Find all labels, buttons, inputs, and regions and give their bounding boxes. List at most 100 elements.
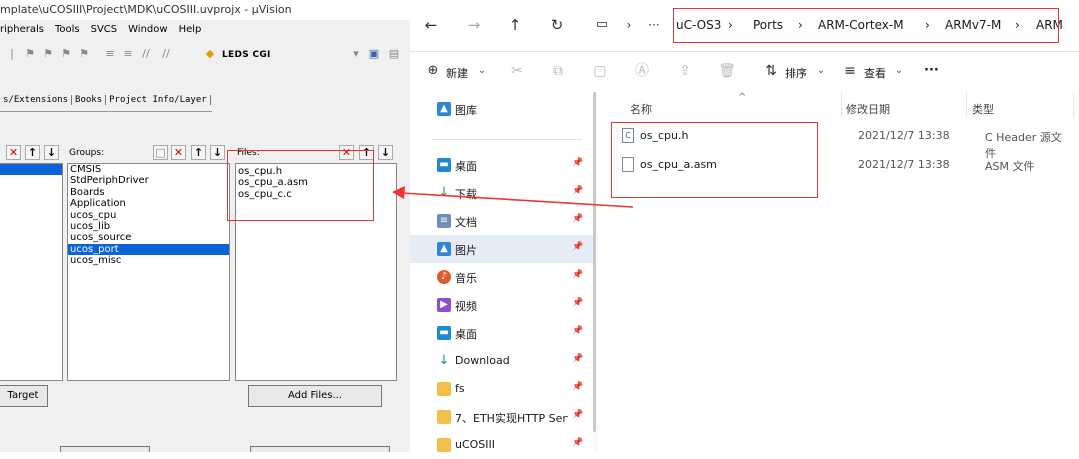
forward-icon[interactable]: →: [465, 16, 483, 34]
group-item[interactable]: ucos_source: [68, 232, 229, 243]
sidebar-item-desktop[interactable]: ▬ 桌面 📌: [410, 151, 593, 179]
view-button[interactable]: 查看: [864, 65, 886, 81]
bookmark-next-icon[interactable]: ⚑: [60, 48, 72, 60]
menu-peripherals[interactable]: ripherals: [0, 24, 44, 35]
dropdown-icon[interactable]: ▾: [350, 48, 362, 60]
delete-target-icon[interactable]: ✕: [6, 145, 21, 160]
menu-window[interactable]: Window: [128, 24, 167, 35]
group-item-selected[interactable]: ucos_port: [68, 243, 229, 256]
sidebar-item-desktop-2[interactable]: ▬ 桌面 📌: [410, 319, 593, 347]
bottom-button[interactable]: [60, 446, 150, 452]
more-path-icon[interactable]: ···: [645, 16, 663, 34]
up-icon[interactable]: ↑: [506, 16, 524, 34]
sidebar-item-fs[interactable]: fs 📌: [410, 375, 593, 403]
menu-help[interactable]: Help: [179, 24, 202, 35]
sidebar-item-ucosiii[interactable]: uCOSIII 📌: [410, 431, 593, 459]
groups-label: Groups:: [69, 148, 105, 158]
group-item[interactable]: ucos_misc: [68, 255, 229, 266]
group-item[interactable]: Boards: [68, 187, 229, 198]
column-divider[interactable]: [841, 92, 842, 117]
rename-icon[interactable]: Ⓐ: [633, 62, 651, 80]
uvision-window: mplate\uCOSIII\Project\MDK\uCOSIII.uvpro…: [0, 0, 410, 452]
pin-icon[interactable]: 📌: [572, 410, 583, 420]
target-select[interactable]: LEDS CGI: [222, 50, 271, 60]
manage-icon[interactable]: ▤: [388, 48, 400, 60]
move-down-icon[interactable]: ↓: [44, 145, 59, 160]
file-down-icon[interactable]: ↓: [378, 145, 393, 160]
share-icon[interactable]: ⇪: [676, 62, 694, 80]
group-item[interactable]: Application: [68, 198, 229, 209]
file-date: 2021/12/7 13:38: [858, 158, 950, 171]
copy-icon[interactable]: ⧉: [549, 62, 567, 80]
bottom-button[interactable]: [250, 446, 390, 452]
group-item[interactable]: ucos_lib: [68, 221, 229, 232]
set-target-button[interactable]: Target: [0, 385, 48, 407]
new-group-icon[interactable]: □: [153, 145, 168, 160]
pin-icon[interactable]: 📌: [572, 270, 583, 280]
delete-group-icon[interactable]: ✕: [171, 145, 186, 160]
view-icon[interactable]: ≡: [841, 62, 859, 80]
sidebar-item-music[interactable]: ♪ 音乐 📌: [410, 263, 593, 291]
pin-icon[interactable]: 📌: [572, 438, 583, 448]
new-button[interactable]: 新建: [446, 65, 468, 81]
pin-icon[interactable]: 📌: [572, 242, 583, 252]
sidebar-item-eth-http[interactable]: 7、ETH实现HTTP Serve 📌: [410, 403, 593, 431]
pin-icon[interactable]: 📌: [572, 186, 583, 196]
sort-icon[interactable]: ⇅: [762, 62, 780, 80]
indent-icon[interactable]: ≡: [104, 48, 116, 60]
sidebar-item-videos[interactable]: ▶ 视频 📌: [410, 291, 593, 319]
column-divider[interactable]: [966, 92, 967, 117]
group-item[interactable]: ucos_cpu: [68, 210, 229, 221]
bookmark-icon[interactable]: ⚑: [24, 48, 36, 60]
sidebar-item-gallery[interactable]: ▲ 图库: [410, 95, 593, 123]
pin-icon[interactable]: 📌: [572, 298, 583, 308]
column-date[interactable]: 修改日期: [846, 101, 890, 117]
group-down-icon[interactable]: ↓: [210, 145, 225, 160]
paste-icon[interactable]: ▢: [591, 62, 609, 80]
move-up-icon[interactable]: ↑: [25, 145, 40, 160]
group-up-icon[interactable]: ↑: [191, 145, 206, 160]
group-item[interactable]: CMSIS: [68, 164, 229, 175]
tab-project-info[interactable]: Project Info/Layer: [106, 95, 211, 105]
refresh-icon[interactable]: ↻: [548, 16, 566, 34]
tab-books[interactable]: Books: [72, 95, 107, 105]
chevron-down-icon[interactable]: ⌄: [473, 62, 491, 80]
bookmark-prev-icon[interactable]: ⚑: [42, 48, 54, 60]
computer-icon[interactable]: ▭: [593, 16, 611, 34]
menu-tools[interactable]: Tools: [55, 24, 80, 35]
add-files-button[interactable]: Add Files...: [248, 385, 382, 407]
sidebar-item-documents[interactable]: ≡ 文档 📌: [410, 207, 593, 235]
group-item[interactable]: StdPeriphDriver: [68, 175, 229, 186]
pin-icon[interactable]: 📌: [572, 214, 583, 224]
target-icon[interactable]: ◆: [204, 48, 216, 60]
chevron-down-icon[interactable]: ⌄: [890, 62, 908, 80]
column-type[interactable]: 类型: [972, 101, 994, 117]
sort-button[interactable]: 排序: [785, 65, 807, 81]
delete-icon[interactable]: 🗑: [718, 62, 736, 80]
sidebar-scrollbar[interactable]: [593, 92, 596, 432]
bookmark-clear-icon[interactable]: ⚑: [78, 48, 90, 60]
uncomment-icon[interactable]: //: [160, 48, 172, 60]
comment-icon[interactable]: //: [140, 48, 152, 60]
cut-icon[interactable]: ✂: [508, 62, 526, 80]
unindent-icon[interactable]: ≡: [122, 48, 134, 60]
options-icon[interactable]: ▣: [368, 48, 380, 60]
sidebar-item-pictures[interactable]: ▲ 图片 📌: [410, 235, 593, 263]
pin-icon[interactable]: 📌: [572, 326, 583, 336]
pin-icon[interactable]: 📌: [572, 382, 583, 392]
tab-extensions[interactable]: s/Extensions: [0, 95, 73, 105]
sidebar-item-download[interactable]: ↓ Download 📌: [410, 347, 593, 375]
column-name[interactable]: 名称: [630, 101, 652, 117]
column-divider[interactable]: [1073, 92, 1074, 117]
back-icon[interactable]: ←: [422, 16, 440, 34]
highlight-box-path: [673, 8, 1059, 43]
plus-icon[interactable]: ⊕: [424, 62, 442, 80]
menu-svcs[interactable]: SVCS: [91, 24, 118, 35]
sidebar-item-downloads[interactable]: ↓ 下载 📌: [410, 179, 593, 207]
pin-icon[interactable]: 📌: [572, 354, 583, 364]
selected-target[interactable]: [0, 164, 62, 175]
pictures-icon: ▲: [437, 242, 451, 256]
pin-icon[interactable]: 📌: [572, 158, 583, 168]
chevron-down-icon[interactable]: ⌄: [812, 62, 830, 80]
more-button[interactable]: ···: [924, 63, 939, 78]
